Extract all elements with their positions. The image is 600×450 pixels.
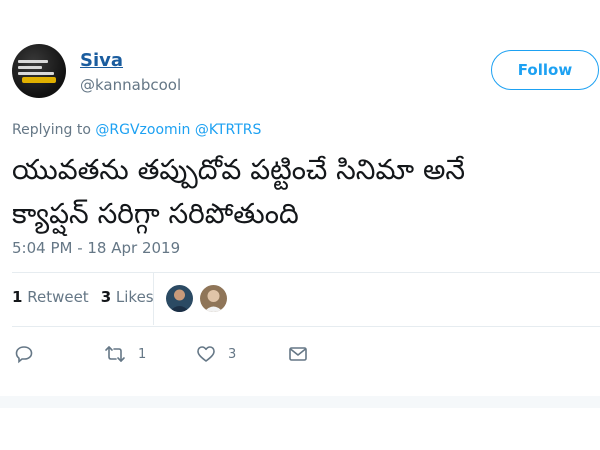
like-action-count: 3 <box>228 346 237 362</box>
likes-stat[interactable]: 3 Likes <box>101 288 154 306</box>
author-avatar[interactable] <box>12 44 66 98</box>
author-name[interactable]: Siva <box>80 50 123 71</box>
like-label: Likes <box>115 288 154 306</box>
envelope-icon <box>288 344 308 364</box>
like-count: 3 <box>100 288 112 306</box>
retweet-count: 1 <box>12 288 23 306</box>
replying-prefix: Replying to <box>12 122 91 138</box>
retweet-label: Retweet <box>27 288 89 306</box>
retweet-action[interactable]: 1 <box>104 340 146 368</box>
page-footer-band <box>0 396 600 408</box>
retweet-icon <box>104 344 126 364</box>
retweet-action-count: 1 <box>138 346 147 362</box>
reply-icon <box>14 344 34 364</box>
divider <box>12 326 600 327</box>
stats-separator <box>153 273 154 325</box>
engagement-stats: 1 Retweet 3 Likes <box>12 288 154 306</box>
replying-to: Replying to @RGVzoomin @KTRTRS <box>12 122 261 138</box>
tweet-text: యువతను తప్పుదోవ పట్టించే సినిమా అనే క్యా… <box>12 153 466 230</box>
liker-avatar[interactable] <box>200 285 227 312</box>
follow-button[interactable]: Follow <box>491 50 599 90</box>
heart-icon <box>196 344 216 364</box>
like-action[interactable]: 3 <box>196 340 236 368</box>
mention-link[interactable]: @KTRTRS <box>195 122 262 138</box>
tweet-timestamp[interactable]: 5:04 PM - 18 Apr 2019 <box>12 239 180 257</box>
liker-avatar[interactable] <box>166 285 193 312</box>
retweets-stat[interactable]: 1 Retweet <box>12 288 89 306</box>
mention-link[interactable]: @RGVzoomin <box>95 122 190 138</box>
divider <box>12 272 600 273</box>
follow-button-label: Follow <box>517 61 573 79</box>
author-handle[interactable]: @kannabcool <box>80 76 181 94</box>
reply-action[interactable] <box>14 340 34 368</box>
message-action[interactable] <box>288 340 308 368</box>
